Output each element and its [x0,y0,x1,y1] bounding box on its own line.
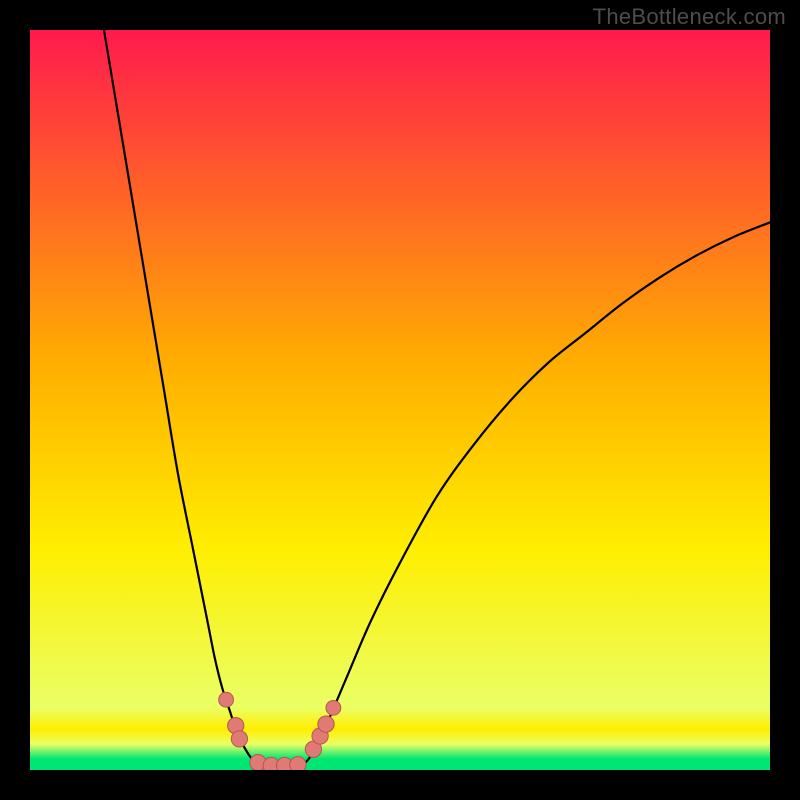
data-dot [318,716,334,732]
chart-svg [30,30,770,770]
data-dot [290,757,306,770]
plot-area [30,30,770,770]
data-dot [231,731,247,747]
data-dot [326,700,341,715]
gradient-rect [30,30,770,770]
chart-frame: TheBottleneck.com [0,0,800,800]
data-dot [219,692,234,707]
watermark-text: TheBottleneck.com [593,4,786,30]
